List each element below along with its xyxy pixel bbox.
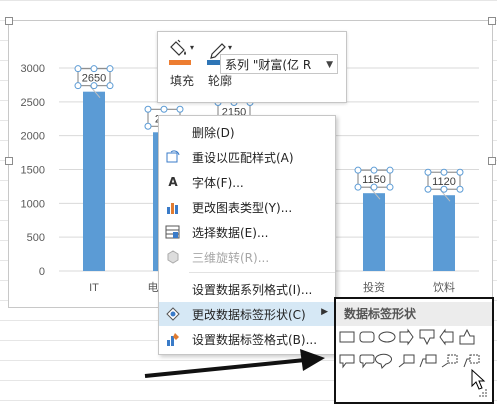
data-label: 1120 <box>432 176 456 188</box>
label-handle <box>160 105 168 113</box>
label-handle <box>386 183 394 191</box>
menu-item-label: 字体(F)... <box>192 176 244 190</box>
label-handle <box>106 82 114 90</box>
oval-shape-icon[interactable] <box>378 331 396 343</box>
menu-item-label: 更改图表类型(Y)... <box>192 201 293 215</box>
x-tick-label: 饮料 <box>433 280 455 294</box>
menu-item-label: 设置数据系列格式(I)... <box>192 283 313 297</box>
right-arrow-callout-icon[interactable] <box>399 328 414 346</box>
label-handle <box>74 65 82 73</box>
label-handle <box>144 122 152 130</box>
rounded-rectangle-shape-icon[interactable] <box>359 331 375 343</box>
resize-grip-icon[interactable] <box>478 388 488 398</box>
rectangle-shape-icon[interactable] <box>339 331 355 343</box>
y-tick-label: 1500 <box>21 165 45 177</box>
chart-type-icon <box>165 199 181 215</box>
submenu-title: 数据标签形状 <box>336 302 492 326</box>
menu-item-format-series[interactable]: 设置数据系列格式(I)... <box>159 277 335 301</box>
label-handle <box>354 183 362 191</box>
label-handle <box>440 168 448 176</box>
label-handle <box>90 65 98 73</box>
y-tick-label: 0 <box>39 266 45 278</box>
down-arrow-callout-icon[interactable] <box>419 329 435 346</box>
format-mini-toolbar: ▾ 填充 ▾ 轮廓 系列 "财富(亿 R ▼ <box>157 31 347 103</box>
label-handle <box>74 82 82 90</box>
x-tick-label: IT <box>89 282 99 294</box>
menu-item-label: 删除(D) <box>192 126 235 140</box>
rectangular-callout-icon[interactable] <box>339 354 355 369</box>
chevron-down-icon: ▼ <box>326 60 333 70</box>
paint-bucket-icon: ▾ <box>169 39 194 65</box>
menu-item-label: 设置数据标签格式(B)... <box>192 333 318 347</box>
fill-button[interactable]: ▾ <box>168 38 198 68</box>
label-handle <box>106 65 114 73</box>
submenu-arrow-icon: ▶ <box>321 307 328 317</box>
menu-item-font[interactable]: A 字体(F)... <box>159 170 335 194</box>
up-arrow-callout-icon[interactable] <box>459 328 475 345</box>
bar <box>433 195 455 271</box>
y-tick-label: 1000 <box>21 198 45 210</box>
label-handle <box>176 105 184 113</box>
label-handle <box>456 185 464 193</box>
menu-item-delete[interactable]: 删除(D) <box>159 120 335 144</box>
label-handle <box>424 168 432 176</box>
series-select-value: 系列 "财富(亿 R <box>225 58 312 72</box>
menu-item-select-data[interactable]: 选择数据(E)... <box>159 220 335 244</box>
menu-item-label: 更改数据标签形状(C) <box>192 308 306 322</box>
line-callout-3-icon[interactable] <box>441 354 458 368</box>
label-handle <box>354 166 362 174</box>
oval-callout-icon[interactable] <box>375 353 392 369</box>
series-select[interactable]: 系列 "财富(亿 R ▼ <box>220 54 338 74</box>
menu-item-label: 重设以匹配样式(A) <box>192 151 294 165</box>
outline-label: 轮廓 <box>208 74 233 88</box>
y-tick-label: 2500 <box>21 97 45 109</box>
menu-item-change-chart-type[interactable]: 更改图表类型(Y)... <box>159 195 335 219</box>
y-tick-label: 2000 <box>21 131 45 143</box>
data-label: 1150 <box>362 174 386 186</box>
menu-item-3d-rotation[interactable]: 三维旋转(R)... <box>159 245 335 269</box>
menu-separator <box>189 272 335 273</box>
menu-item-label: 三维旋转(R)... <box>192 251 270 265</box>
label-handle <box>386 166 394 174</box>
data-label: 2650 <box>82 73 106 85</box>
left-arrow-callout-icon[interactable] <box>439 328 454 346</box>
3d-rotation-icon <box>165 249 181 265</box>
select-data-icon <box>165 224 181 240</box>
reset-icon <box>165 149 181 165</box>
data-label-shape-submenu: 数据标签形状 <box>334 297 494 404</box>
bar <box>83 91 105 271</box>
menu-item-label: 选择数据(E)... <box>192 226 269 240</box>
context-menu: 删除(D) 重设以匹配样式(A) A 字体(F)... 更改图表类型(Y)...… <box>158 115 336 355</box>
menu-item-reset-style[interactable]: 重设以匹配样式(A) <box>159 145 335 169</box>
fill-label: 填充 <box>170 74 195 88</box>
format-label-icon <box>165 331 181 347</box>
svg-text:▾: ▾ <box>190 43 194 52</box>
label-handle <box>424 185 432 193</box>
shape-gallery <box>339 328 480 369</box>
svg-text:▾: ▾ <box>228 43 232 52</box>
label-handle <box>370 166 378 174</box>
shape-icon <box>165 306 181 322</box>
menu-item-format-data-labels[interactable]: 设置数据标签格式(B)... <box>159 327 335 351</box>
rounded-rectangular-callout-icon[interactable] <box>359 354 375 369</box>
label-handle <box>144 105 152 113</box>
line-callout-4-icon[interactable] <box>463 354 480 368</box>
y-tick-label: 500 <box>27 232 45 244</box>
font-icon: A <box>168 175 178 189</box>
bar <box>363 193 385 271</box>
label-handle <box>456 168 464 176</box>
y-tick-label: 3000 <box>21 63 45 75</box>
line-callout-2-icon[interactable] <box>419 354 437 368</box>
x-tick-label: 投资 <box>363 280 385 294</box>
line-callout-1-icon[interactable] <box>398 354 415 368</box>
menu-item-change-label-shape[interactable]: 更改数据标签形状(C) ▶ <box>159 302 335 326</box>
